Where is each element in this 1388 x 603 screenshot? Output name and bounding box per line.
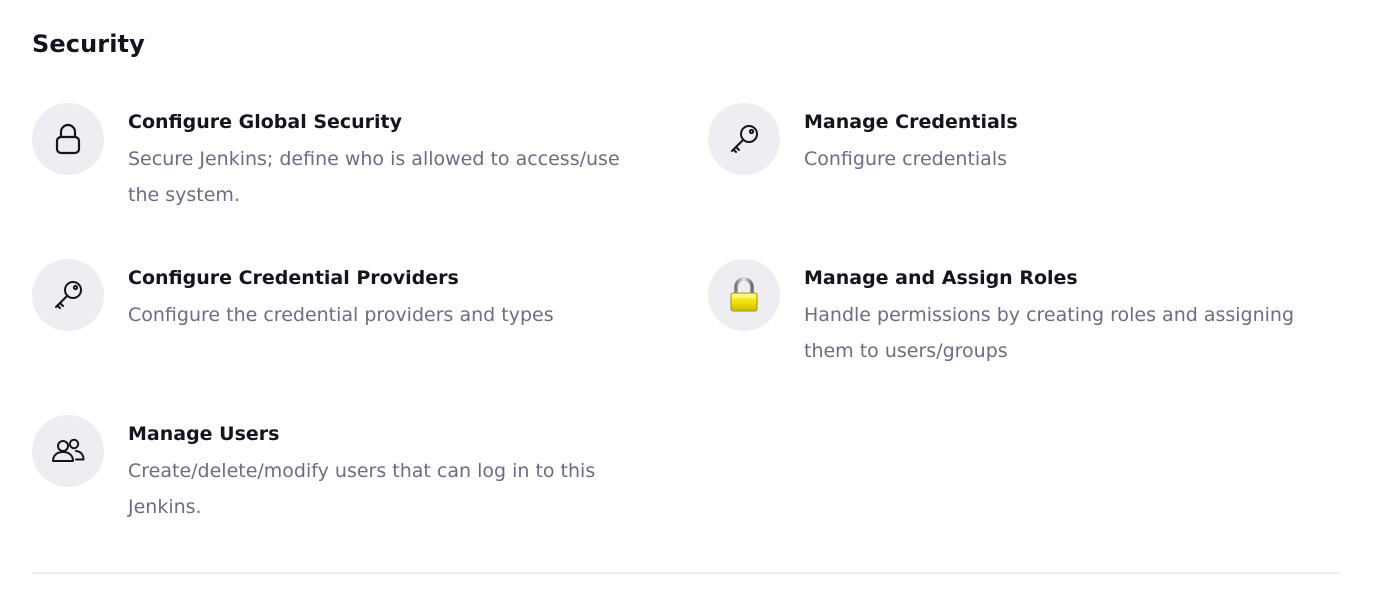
item-title: Configure Credential Providers <box>128 267 459 289</box>
lock-icon <box>32 103 104 175</box>
yellow-padlock-icon <box>708 259 780 331</box>
configure-credential-providers-link[interactable]: Configure Credential Providers Configure… <box>32 259 652 333</box>
configure-global-security-link[interactable]: Configure Global Security Secure Jenkins… <box>32 103 652 213</box>
item-description: Configure credentials <box>804 148 1007 170</box>
item-description: Configure the credential providers and t… <box>128 304 554 326</box>
item-title: Manage Users <box>128 423 280 445</box>
item-description: Create/delete/modify users that can log … <box>128 460 596 518</box>
manage-credentials-link[interactable]: Manage Credentials Configure credentials <box>708 103 1338 177</box>
users-icon <box>32 415 104 487</box>
key-icon <box>708 103 780 175</box>
item-title: Manage Credentials <box>804 111 1018 133</box>
manage-users-link[interactable]: Manage Users Create/delete/modify users … <box>32 415 652 525</box>
item-title: Manage and Assign Roles <box>804 267 1078 289</box>
security-section: Security Configure Global Security Secur… <box>0 0 1388 603</box>
section-title: Security <box>32 30 145 58</box>
section-divider <box>32 572 1340 574</box>
item-title: Configure Global Security <box>128 111 403 133</box>
item-description: Handle permissions by creating roles and… <box>804 304 1295 362</box>
key-icon <box>32 259 104 331</box>
item-description: Secure Jenkins; define who is allowed to… <box>128 148 620 206</box>
manage-and-assign-roles-link[interactable]: Manage and Assign Roles Handle permissio… <box>708 259 1338 369</box>
